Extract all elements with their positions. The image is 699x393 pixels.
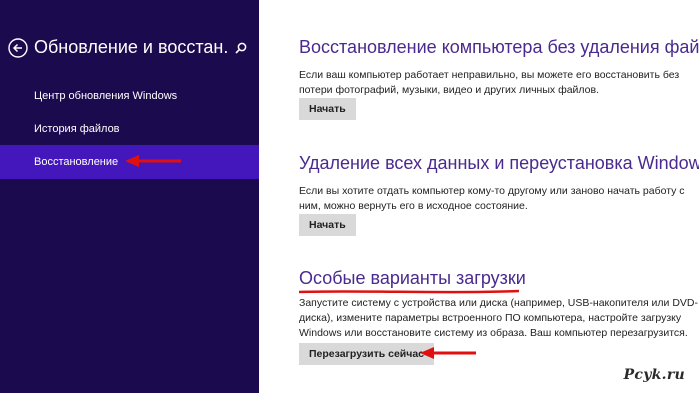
sidebar-item-label: Центр обновления Windows — [34, 90, 178, 102]
annotation-underline — [298, 289, 520, 294]
section-desc-refresh: Если ваш компьютер работает неправильно,… — [299, 69, 680, 96]
section-desc-reset: Если вы хотите отдать компьютер кому-то … — [299, 185, 685, 212]
reset-start-button-label: Начать — [309, 219, 346, 231]
sidebar-item-label: Восстановление — [34, 156, 119, 168]
settings-sidebar: Обновление и восстан... Центр обновления… — [0, 0, 259, 393]
back-arrow-icon[interactable] — [8, 38, 28, 58]
sidebar-item-windows-update[interactable]: Центр обновления Windows — [0, 79, 259, 113]
annotation-arrow-icon — [125, 155, 181, 167]
sidebar-item-file-history[interactable]: История файлов — [0, 112, 259, 146]
section-desc-advanced-startup: Запустите систему с устройства или диска… — [299, 297, 698, 339]
sidebar-title: Обновление и восстан... — [34, 37, 229, 57]
section-title-refresh: Восстановление компьютера без удаления ф… — [299, 37, 699, 57]
refresh-start-button[interactable]: Начать — [299, 98, 356, 120]
recovery-content: Восстановление компьютера без удаления ф… — [259, 0, 699, 393]
search-icon[interactable] — [234, 41, 248, 55]
annotation-arrow-icon — [420, 347, 476, 359]
restart-now-button[interactable]: Перезагрузить сейчас — [299, 343, 435, 365]
site-watermark: Pcyk.ru — [623, 367, 685, 383]
section-title-reset: Удаление всех данных и переустановка Win… — [299, 153, 699, 173]
section-title-advanced-startup: Особые варианты загрузки — [299, 268, 526, 288]
reset-start-button[interactable]: Начать — [299, 214, 356, 236]
sidebar-item-label: История файлов — [34, 123, 120, 135]
